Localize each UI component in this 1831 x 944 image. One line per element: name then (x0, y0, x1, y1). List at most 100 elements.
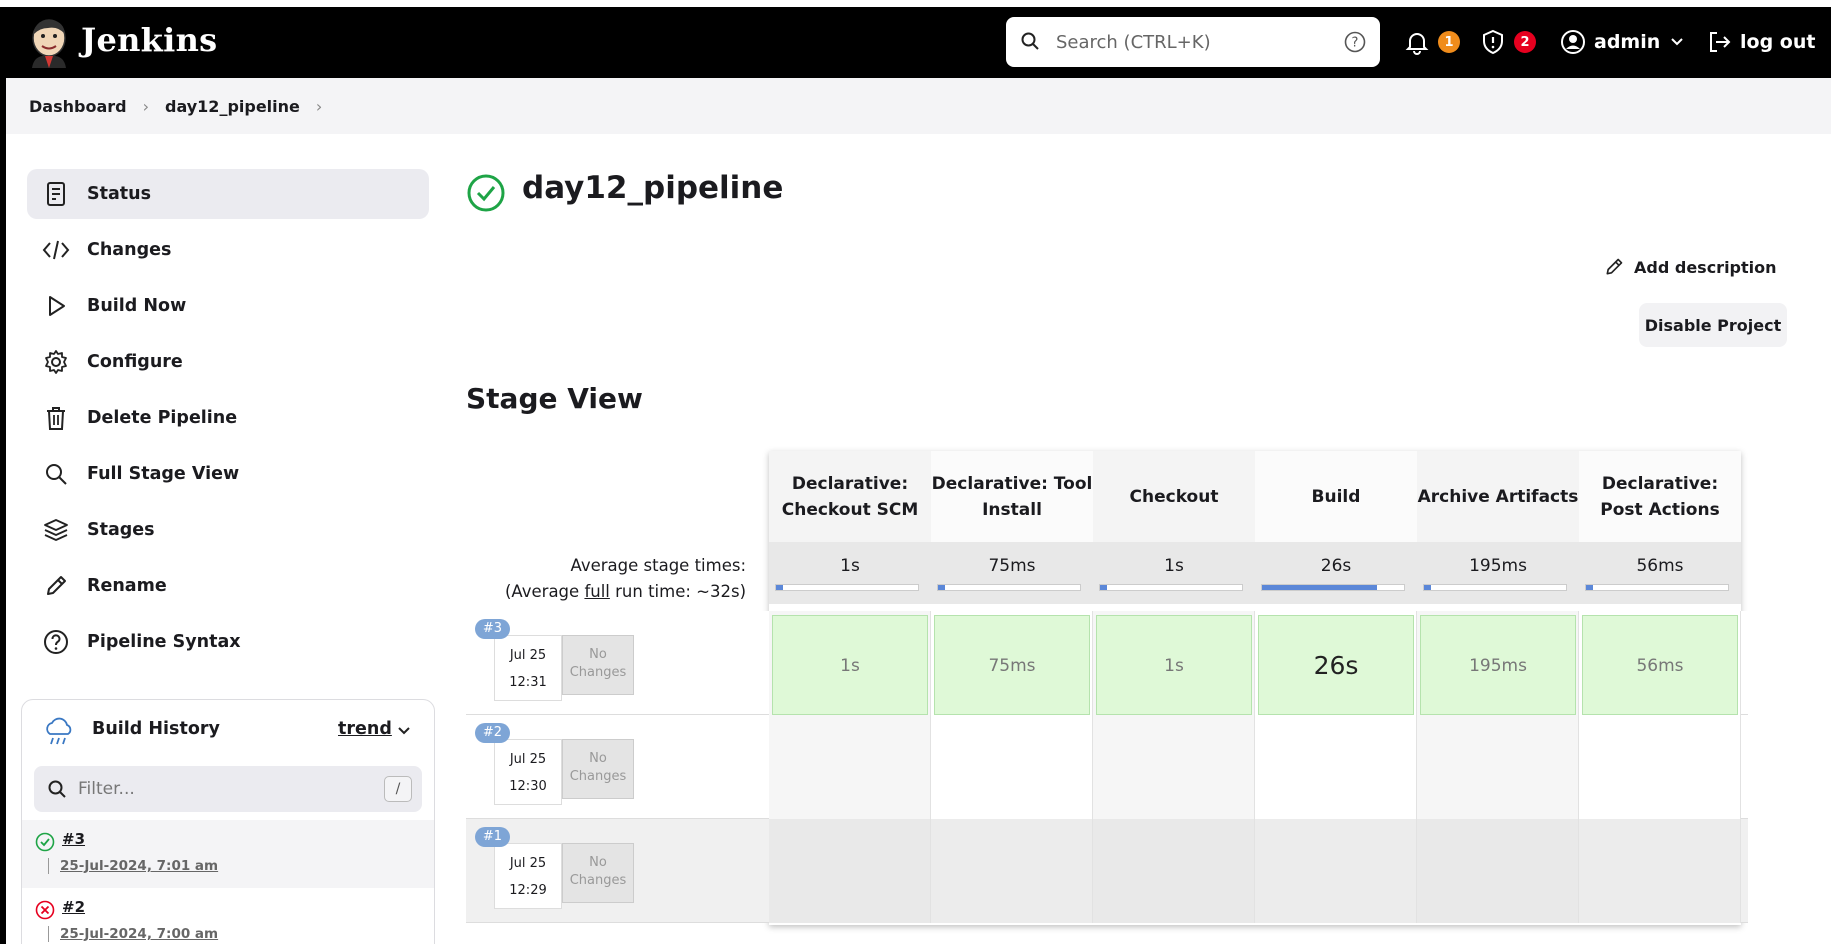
average-time-bar (937, 584, 1081, 591)
sidebar-item-build-now[interactable]: Build Now (27, 281, 429, 331)
breadcrumb-chevron-icon[interactable]: › (143, 97, 149, 116)
run-changes[interactable]: No Changes (562, 739, 634, 799)
stage-duration[interactable]: 26s (1258, 615, 1414, 715)
stage-cell[interactable] (931, 819, 1093, 923)
logout-icon (1710, 32, 1731, 52)
sidebar-item-changes[interactable]: Changes (27, 225, 429, 275)
stage-cell[interactable] (1579, 715, 1741, 819)
user-menu[interactable]: admin (1560, 29, 1684, 55)
stage-cell[interactable] (1255, 819, 1417, 923)
average-time-value: 26s (1320, 556, 1352, 576)
stage-duration[interactable]: 195ms (1420, 615, 1576, 715)
filter-input[interactable] (78, 775, 358, 803)
help-icon[interactable]: ? (1344, 31, 1366, 53)
stage-average-time: 195ms (1417, 542, 1579, 604)
brand-name[interactable]: Jenkins (81, 21, 217, 59)
build-history-title: Build History (92, 719, 220, 739)
notifications-button[interactable]: 1 (1404, 29, 1460, 55)
stage-cell[interactable]: 26s (1255, 611, 1417, 715)
sidebar-item-full-stage-view[interactable]: Full Stage View (27, 449, 429, 499)
bell-icon (1405, 33, 1429, 55)
sidebar-item-stages[interactable]: Stages (27, 505, 429, 555)
average-time-value: 1s (840, 556, 860, 576)
build-date[interactable]: 25-Jul-2024, 7:00 am (60, 926, 218, 942)
jenkins-logo-icon[interactable] (28, 16, 70, 68)
build-date[interactable]: 25-Jul-2024, 7:01 am (60, 858, 218, 874)
stage-duration[interactable]: 1s (1096, 615, 1252, 715)
stage-duration[interactable]: 56ms (1582, 615, 1738, 715)
logout-button[interactable]: log out (1706, 29, 1815, 55)
sidebar-item-label: Full Stage View (87, 464, 240, 484)
run-changes[interactable]: No Changes (562, 843, 634, 903)
stage-cell[interactable] (931, 715, 1093, 819)
breadcrumb-chevron-icon[interactable]: › (316, 97, 322, 116)
sidebar-item-label: Changes (87, 240, 172, 260)
stage-cell[interactable]: 1s (769, 611, 931, 715)
stage-cell[interactable] (1417, 819, 1579, 923)
average-time-bar-fill (1100, 585, 1108, 590)
sidebar-item-status[interactable]: Status (27, 169, 429, 219)
breadcrumb-dashboard[interactable]: Dashboard (29, 97, 127, 116)
sidebar-item-label: Delete Pipeline (87, 408, 238, 428)
shield-icon (1483, 29, 1503, 55)
run-date: Jul 25 (509, 856, 547, 871)
build-row[interactable]: #3 25-Jul-2024, 7:01 am (22, 820, 434, 888)
build-row[interactable]: #2 25-Jul-2024, 7:00 am (22, 888, 434, 944)
stage-cell[interactable]: 1s (1093, 611, 1255, 715)
run-number-tag[interactable]: #1 (475, 827, 510, 847)
sidebar-item-pipeline-syntax[interactable]: Pipeline Syntax (27, 617, 429, 667)
stage-header: Archive Artifacts (1417, 451, 1579, 542)
run-datetime: Jul 25 12:30 (494, 739, 562, 805)
breadcrumb-pipeline[interactable]: day12_pipeline (165, 97, 300, 116)
stage-cell[interactable] (769, 715, 931, 819)
build-number[interactable]: #2 (62, 898, 85, 916)
run-changes[interactable]: No Changes (562, 635, 634, 695)
full-run-link[interactable]: full (584, 582, 609, 601)
stage-cell[interactable] (1093, 715, 1255, 819)
timeline-line (48, 858, 49, 874)
avg-label-line2: (Average full run time: ~32s) (466, 579, 746, 605)
success-status-icon (467, 174, 505, 212)
stage-cell[interactable] (769, 819, 931, 923)
build-history-panel: Build History trend / #3 25-Jul-2024, 7:… (21, 699, 435, 944)
play-icon (41, 291, 71, 321)
search-input[interactable] (1056, 25, 1326, 59)
add-description-label: Add description (1634, 257, 1777, 277)
stage-cell[interactable]: 195ms (1417, 611, 1579, 715)
timeline-line (48, 926, 49, 942)
sidebar-item-label: Stages (87, 520, 155, 540)
logout-label: log out (1740, 31, 1816, 53)
stage-cell[interactable]: 56ms (1579, 611, 1741, 715)
run-number-tag[interactable]: #2 (475, 723, 510, 743)
build-number[interactable]: #3 (62, 830, 85, 848)
breadcrumb: Dashboard › day12_pipeline › (6, 78, 1831, 134)
stage-cell[interactable] (1417, 715, 1579, 819)
sidebar-item-configure[interactable]: Configure (27, 337, 429, 387)
security-button[interactable]: 2 (1480, 29, 1536, 55)
chevron-down-icon[interactable] (397, 726, 411, 736)
help-icon (41, 627, 71, 657)
average-time-value: 1s (1164, 556, 1184, 576)
trend-link[interactable]: trend (338, 719, 392, 739)
search-box[interactable]: ? (1006, 17, 1380, 67)
stage-cell[interactable] (1255, 715, 1417, 819)
average-time-value: 75ms (988, 556, 1036, 576)
search-icon (41, 459, 71, 489)
pencil-icon (41, 571, 71, 601)
add-description-button[interactable]: Add description (1604, 257, 1777, 277)
stage-duration[interactable]: 75ms (934, 615, 1090, 715)
sidebar-item-rename[interactable]: Rename (27, 561, 429, 611)
stage-header: Declarative: Tool Install (931, 451, 1093, 542)
run-number-tag[interactable]: #3 (475, 619, 510, 639)
average-time-bar-fill (1586, 585, 1594, 590)
stage-cell[interactable]: 75ms (931, 611, 1093, 715)
sidebar-item-delete-pipeline[interactable]: Delete Pipeline (27, 393, 429, 443)
stage-cell[interactable] (1579, 819, 1741, 923)
stage-cell[interactable] (1093, 819, 1255, 923)
stage-average-time: 26s (1255, 542, 1417, 604)
run-date: Jul 25 (509, 648, 547, 663)
stage-duration[interactable]: 1s (772, 615, 928, 715)
disable-project-button[interactable]: Disable Project (1639, 303, 1787, 347)
notifications-badge: 1 (1438, 31, 1460, 53)
build-filter[interactable]: / (34, 766, 422, 812)
